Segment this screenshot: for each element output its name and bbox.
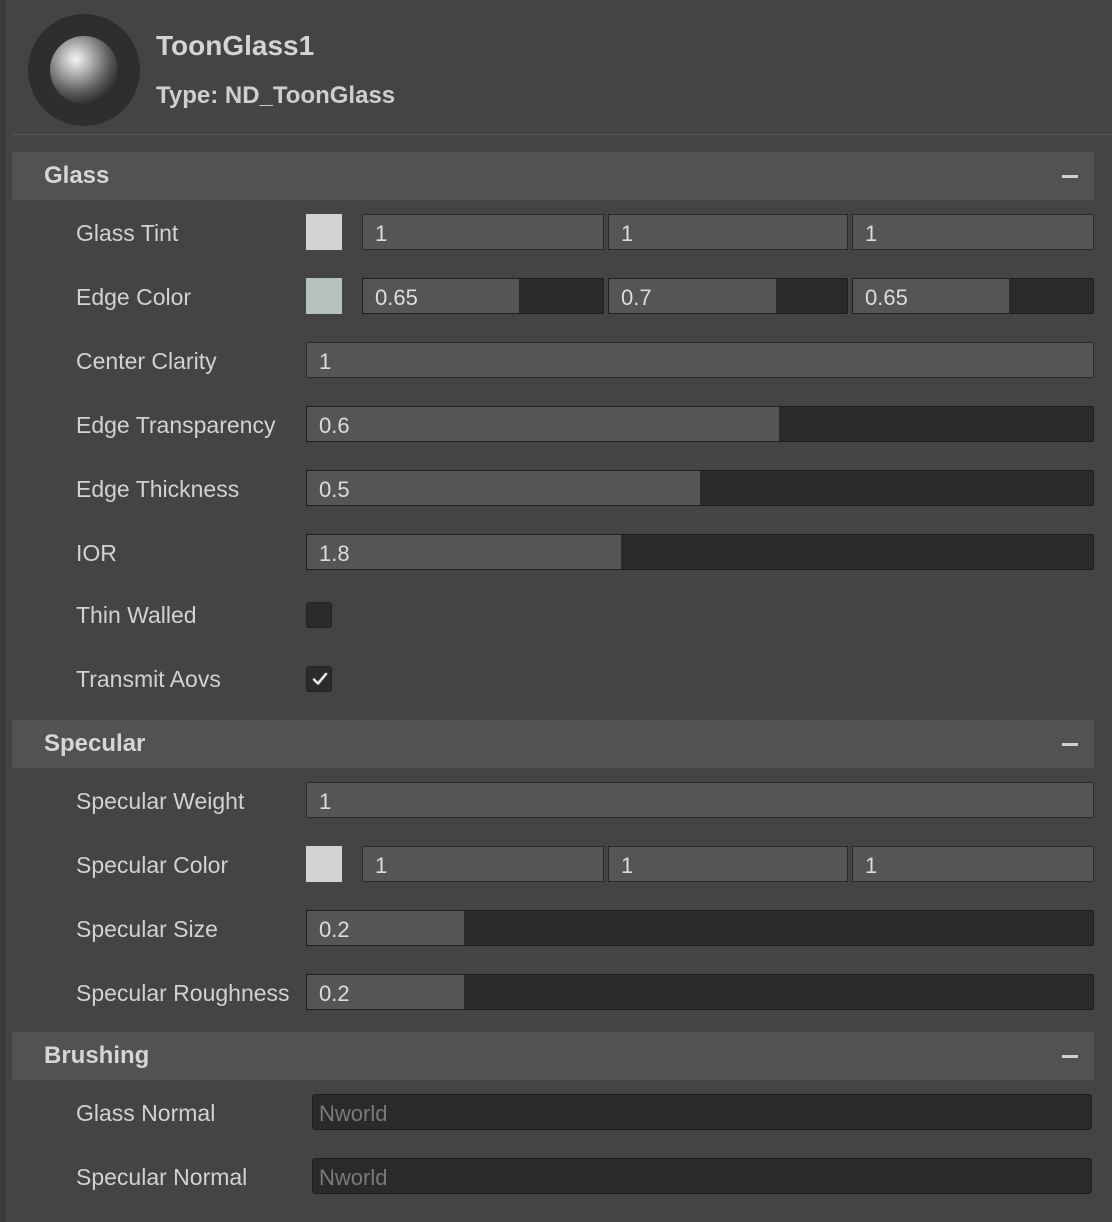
row-ior: IOR 1.8 <box>12 534 1094 574</box>
node-type: Type: ND_ToonGlass <box>156 82 396 109</box>
field-label: Glass Normal <box>76 1100 216 1126</box>
field-value: 1 <box>375 221 388 246</box>
transmit-aovs-checkbox[interactable] <box>306 666 332 692</box>
field-label: Center Clarity <box>76 348 217 374</box>
input-placeholder: Nworld <box>319 1165 388 1190</box>
row-transmit-aovs: Transmit Aovs <box>12 664 1094 704</box>
panel-left-edge <box>0 0 6 1222</box>
field-label: Transmit Aovs <box>76 666 221 692</box>
specular-color-b-field[interactable]: 1 <box>852 846 1094 882</box>
section-header-brushing[interactable]: Brushing <box>12 1032 1094 1080</box>
field-value: 0.2 <box>319 917 350 942</box>
field-value: 1.8 <box>319 541 350 566</box>
section-title: Brushing <box>44 1042 150 1069</box>
edge-transparency-slider[interactable]: 0.6 <box>306 406 1094 442</box>
glass-tint-r-field[interactable]: 1 <box>362 214 604 250</box>
field-label: Specular Roughness <box>76 980 290 1006</box>
field-value: 0.5 <box>319 477 350 502</box>
field-label: Thin Walled <box>76 602 197 628</box>
color-swatch-specular-color[interactable] <box>306 846 342 882</box>
specular-roughness-slider[interactable]: 0.2 <box>306 974 1094 1010</box>
color-swatch-edge-color[interactable] <box>306 278 342 314</box>
section-header-glass[interactable]: Glass <box>12 152 1094 200</box>
specular-normal-input[interactable]: Nworld <box>312 1158 1092 1194</box>
edge-color-r-slider[interactable]: 0.65 <box>362 278 604 314</box>
row-specular-color: Specular Color 1 1 1 <box>12 846 1094 886</box>
checkmark-icon <box>312 672 328 685</box>
field-value: 1 <box>375 853 388 878</box>
row-specular-roughness: Specular Roughness 0.2 <box>12 974 1094 1014</box>
specular-color-r-field[interactable]: 1 <box>362 846 604 882</box>
input-placeholder: Nworld <box>319 1101 388 1126</box>
row-glass-tint: Glass Tint 1 1 1 <box>12 214 1094 254</box>
field-label: IOR <box>76 540 117 566</box>
field-label: Specular Weight <box>76 788 245 814</box>
row-center-clarity: Center Clarity 1 <box>12 342 1094 382</box>
field-value: 0.2 <box>319 981 350 1006</box>
section-header-specular[interactable]: Specular <box>12 720 1094 768</box>
field-value: 1 <box>319 789 332 814</box>
collapse-icon[interactable] <box>1062 743 1078 746</box>
edge-thickness-slider[interactable]: 0.5 <box>306 470 1094 506</box>
glass-tint-b-field[interactable]: 1 <box>852 214 1094 250</box>
row-edge-color: Edge Color 0.65 0.7 0.65 <box>12 278 1094 318</box>
slider-fill <box>307 471 700 505</box>
color-swatch-glass-tint[interactable] <box>306 214 342 250</box>
ior-slider[interactable]: 1.8 <box>306 534 1094 570</box>
edge-color-b-slider[interactable]: 0.65 <box>852 278 1094 314</box>
slider-fill <box>307 535 622 569</box>
material-preview-swatch[interactable] <box>28 14 140 126</box>
field-value: 1 <box>621 221 634 246</box>
field-value: 1 <box>865 221 878 246</box>
node-name: ToonGlass1 <box>156 30 315 61</box>
row-specular-normal: Specular Normal Nworld <box>12 1158 1094 1198</box>
thin-walled-checkbox[interactable] <box>306 602 332 628</box>
field-value: 0.65 <box>865 285 908 310</box>
field-value: 1 <box>319 349 332 374</box>
specular-weight-field[interactable]: 1 <box>306 782 1094 818</box>
slider-fill <box>307 407 779 441</box>
field-label: Edge Transparency <box>76 412 276 438</box>
row-edge-thickness: Edge Thickness 0.5 <box>12 470 1094 510</box>
field-label: Specular Color <box>76 852 229 878</box>
field-label: Edge Thickness <box>76 476 240 502</box>
field-value: 1 <box>865 853 878 878</box>
material-sphere-icon <box>50 36 118 104</box>
section-title: Glass <box>44 162 110 189</box>
field-label: Specular Normal <box>76 1164 248 1190</box>
field-label: Specular Size <box>76 916 218 942</box>
glass-tint-g-field[interactable]: 1 <box>608 214 848 250</box>
row-specular-weight: Specular Weight 1 <box>12 782 1094 822</box>
section-title: Specular <box>44 730 146 757</box>
collapse-icon[interactable] <box>1062 1055 1078 1058</box>
field-label: Glass Tint <box>76 220 179 246</box>
collapse-icon[interactable] <box>1062 175 1078 178</box>
row-edge-transparency: Edge Transparency 0.6 <box>12 406 1094 446</box>
node-header: ToonGlass1 Type: ND_ToonGlass <box>12 0 1112 135</box>
field-label: Edge Color <box>76 284 192 310</box>
row-glass-normal: Glass Normal Nworld <box>12 1094 1094 1134</box>
field-value: 0.6 <box>319 413 350 438</box>
field-value: 1 <box>621 853 634 878</box>
field-value: 0.7 <box>621 285 652 310</box>
specular-size-slider[interactable]: 0.2 <box>306 910 1094 946</box>
field-value: 0.65 <box>375 285 418 310</box>
glass-normal-input[interactable]: Nworld <box>312 1094 1092 1130</box>
edge-color-g-slider[interactable]: 0.7 <box>608 278 848 314</box>
specular-color-g-field[interactable]: 1 <box>608 846 848 882</box>
row-thin-walled: Thin Walled <box>12 600 1094 640</box>
center-clarity-field[interactable]: 1 <box>306 342 1094 378</box>
row-specular-size: Specular Size 0.2 <box>12 910 1094 950</box>
